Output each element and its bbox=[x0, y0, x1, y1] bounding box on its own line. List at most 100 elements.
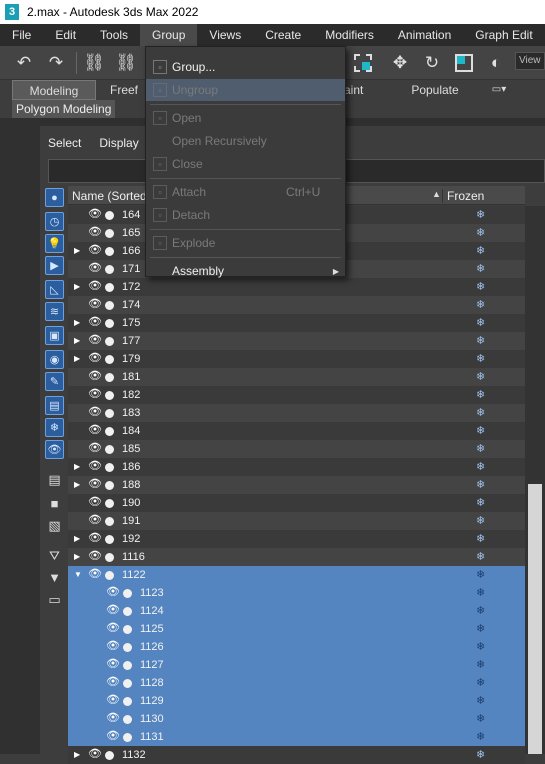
visibility-eye-icon[interactable]: 👁 bbox=[88, 459, 102, 472]
visibility-eye-icon[interactable]: 👁 bbox=[106, 603, 120, 616]
visibility-eye-icon[interactable]: 👁 bbox=[106, 693, 120, 706]
column-frozen-header[interactable]: Frozen bbox=[442, 189, 524, 203]
table-row[interactable]: 👁 1129 ❄ bbox=[68, 692, 525, 710]
frozen-toggle-icon[interactable]: ❄ bbox=[476, 226, 485, 239]
display-cameras-icon[interactable]: ▶ bbox=[45, 256, 64, 275]
frozen-toggle-icon[interactable]: ❄ bbox=[476, 712, 485, 725]
menu-item-assembly[interactable]: Assembly ▶ bbox=[146, 260, 345, 282]
table-row[interactable]: 👁 1128 ❄ bbox=[68, 674, 525, 692]
table-row[interactable]: ▶ 👁 177 ❄ bbox=[68, 332, 525, 350]
layer-icon[interactable]: ▭ bbox=[45, 590, 64, 609]
table-row[interactable]: 👁 174 ❄ bbox=[68, 296, 525, 314]
table-row[interactable]: 👁 1127 ❄ bbox=[68, 656, 525, 674]
display-groups-icon[interactable]: ▣ bbox=[45, 326, 64, 345]
frozen-toggle-icon[interactable]: ❄ bbox=[476, 532, 485, 545]
move-icon[interactable]: ✥ bbox=[388, 51, 412, 75]
menu-item-group[interactable]: ▫ Group... bbox=[146, 56, 345, 78]
display-lights-icon[interactable]: 💡 bbox=[45, 234, 64, 253]
frozen-toggle-icon[interactable]: ❄ bbox=[476, 568, 485, 581]
expand-arrow-icon[interactable]: ▶ bbox=[74, 246, 80, 255]
table-row[interactable]: 👁 190 ❄ bbox=[68, 494, 525, 512]
renderable-dot-icon[interactable] bbox=[105, 427, 114, 436]
table-row[interactable]: 👁 1130 ❄ bbox=[68, 710, 525, 728]
frozen-toggle-icon[interactable]: ❄ bbox=[476, 586, 485, 599]
frozen-toggle-icon[interactable]: ❄ bbox=[476, 442, 485, 455]
tab-populate[interactable]: Populate bbox=[408, 80, 462, 100]
visibility-eye-icon[interactable]: 👁 bbox=[106, 675, 120, 688]
visibility-eye-icon[interactable]: 👁 bbox=[88, 387, 102, 400]
visibility-eye-icon[interactable]: 👁 bbox=[106, 621, 120, 634]
expand-arrow-icon[interactable]: ▶ bbox=[74, 336, 80, 345]
frozen-toggle-icon[interactable]: ❄ bbox=[476, 334, 485, 347]
visibility-eye-icon[interactable]: 👁 bbox=[88, 315, 102, 328]
visibility-eye-icon[interactable]: 👁 bbox=[88, 441, 102, 454]
table-row[interactable]: 👁 184 ❄ bbox=[68, 422, 525, 440]
frozen-toggle-icon[interactable]: ❄ bbox=[476, 748, 485, 761]
display-geometry-icon[interactable]: ● bbox=[45, 188, 64, 207]
table-row[interactable]: ▼ 👁 1122 ❄ bbox=[68, 566, 525, 584]
renderable-dot-icon[interactable] bbox=[123, 679, 132, 688]
tab-modeling[interactable]: Modeling bbox=[12, 80, 96, 100]
visibility-eye-icon[interactable]: 👁 bbox=[106, 711, 120, 724]
frozen-toggle-icon[interactable]: ❄ bbox=[476, 496, 485, 509]
frozen-toggle-icon[interactable]: ❄ bbox=[476, 478, 485, 491]
menu-modifiers[interactable]: Modifiers bbox=[313, 24, 386, 46]
visibility-eye-icon[interactable]: 👁 bbox=[88, 279, 102, 292]
frozen-toggle-icon[interactable]: ❄ bbox=[476, 208, 485, 221]
visibility-eye-icon[interactable]: 👁 bbox=[88, 243, 102, 256]
visibility-eye-icon[interactable]: 👁 bbox=[88, 369, 102, 382]
3dsmax-app-icon[interactable]: 3 bbox=[5, 4, 19, 20]
renderable-dot-icon[interactable] bbox=[105, 535, 114, 544]
table-row[interactable]: ▶ 👁 1116 ❄ bbox=[68, 548, 525, 566]
frozen-toggle-icon[interactable]: ❄ bbox=[476, 604, 485, 617]
visibility-eye-icon[interactable]: 👁 bbox=[88, 513, 102, 526]
renderable-dot-icon[interactable] bbox=[105, 571, 114, 580]
renderable-dot-icon[interactable] bbox=[105, 499, 114, 508]
display-all-icon[interactable]: ▤ bbox=[45, 470, 64, 489]
visibility-eye-icon[interactable]: 👁 bbox=[88, 261, 102, 274]
visibility-eye-icon[interactable]: 👁 bbox=[88, 351, 102, 364]
menu-item-attach[interactable]: ▫ Attach Ctrl+U bbox=[146, 181, 345, 203]
frozen-toggle-icon[interactable]: ❄ bbox=[476, 658, 485, 671]
frozen-toggle-icon[interactable]: ❄ bbox=[476, 694, 485, 707]
renderable-dot-icon[interactable] bbox=[105, 481, 114, 490]
explorer-menu-display[interactable]: Display bbox=[99, 136, 138, 154]
display-xrefs-icon[interactable]: ◉ bbox=[45, 350, 64, 369]
table-row[interactable]: ▶ 👁 1132 ❄ bbox=[68, 746, 525, 764]
ribbon-options-dropdown[interactable]: ▭▾ bbox=[486, 80, 512, 100]
collapse-arrow-icon[interactable]: ▼ bbox=[74, 570, 82, 579]
display-spacewarps-icon[interactable]: ≋ bbox=[45, 302, 64, 321]
scrollbar-thumb[interactable] bbox=[528, 484, 542, 754]
reference-coordinate-dropdown[interactable]: View bbox=[515, 52, 545, 70]
frozen-toggle-icon[interactable]: ❄ bbox=[476, 622, 485, 635]
table-row[interactable]: 👁 181 ❄ bbox=[68, 368, 525, 386]
renderable-dot-icon[interactable] bbox=[105, 229, 114, 238]
visibility-eye-icon[interactable]: 👁 bbox=[88, 567, 102, 580]
visibility-eye-icon[interactable]: 👁 bbox=[88, 333, 102, 346]
renderable-dot-icon[interactable] bbox=[123, 625, 132, 634]
menu-item-detach[interactable]: ▫ Detach bbox=[146, 204, 345, 226]
menu-animation[interactable]: Animation bbox=[386, 24, 463, 46]
display-hidden-icon[interactable]: 👁 bbox=[45, 440, 64, 459]
expand-arrow-icon[interactable]: ▶ bbox=[74, 354, 80, 363]
visibility-eye-icon[interactable]: 👁 bbox=[88, 549, 102, 562]
frozen-toggle-icon[interactable]: ❄ bbox=[476, 388, 485, 401]
table-row[interactable]: ▶ 👁 186 ❄ bbox=[68, 458, 525, 476]
visibility-eye-icon[interactable]: 👁 bbox=[88, 297, 102, 310]
renderable-dot-icon[interactable] bbox=[105, 301, 114, 310]
renderable-dot-icon[interactable] bbox=[123, 661, 132, 670]
renderable-dot-icon[interactable] bbox=[105, 553, 114, 562]
renderable-dot-icon[interactable] bbox=[123, 733, 132, 742]
table-row[interactable]: 👁 1131 ❄ bbox=[68, 728, 525, 746]
menu-graph-edit[interactable]: Graph Edit bbox=[463, 24, 544, 46]
filter-settings-icon[interactable]: ⛛ bbox=[45, 546, 64, 565]
display-shapes-icon[interactable]: ◷ bbox=[45, 212, 64, 231]
display-helpers-icon[interactable]: ◺ bbox=[45, 280, 64, 299]
renderable-dot-icon[interactable] bbox=[105, 751, 114, 760]
visibility-eye-icon[interactable]: 👁 bbox=[106, 585, 120, 598]
display-none-icon[interactable]: ■ bbox=[45, 494, 64, 513]
table-row[interactable]: 👁 1125 ❄ bbox=[68, 620, 525, 638]
menu-file[interactable]: File bbox=[0, 24, 43, 46]
table-row[interactable]: 👁 183 ❄ bbox=[68, 404, 525, 422]
table-row[interactable]: 👁 191 ❄ bbox=[68, 512, 525, 530]
